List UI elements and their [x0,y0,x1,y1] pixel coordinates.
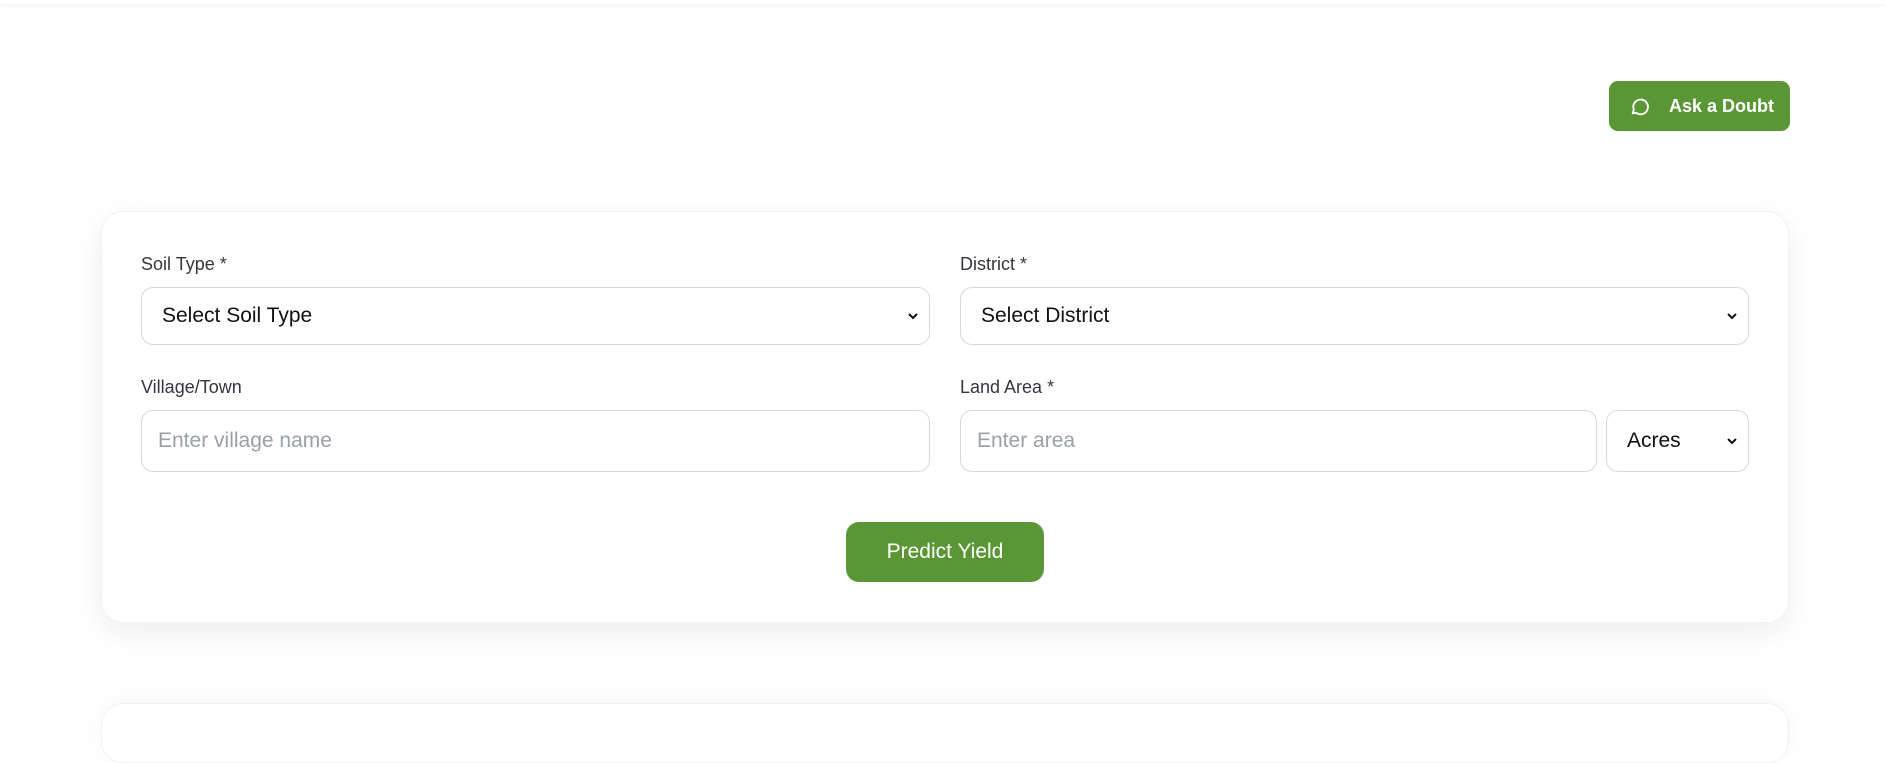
chevron-down-icon [908,313,918,320]
ask-a-doubt-label: Ask a Doubt [1669,95,1775,116]
predict-yield-button[interactable]: Predict Yield [846,522,1044,582]
predict-yield-label: Predict Yield [886,540,1004,563]
land-area-label: Land Area * [960,377,1055,397]
village-town-label: Village/Town [141,377,242,397]
soil-type-selected-value: Select Soil Type [162,304,313,327]
chat-bubble-icon [1629,95,1651,117]
results-card [101,703,1789,763]
area-unit-selected-value: Acres [1627,429,1681,452]
chevron-down-icon [1727,313,1737,320]
district-select[interactable]: Select District [960,287,1749,345]
district-label: District * [960,254,1027,274]
ask-a-doubt-button[interactable]: Ask a Doubt [1609,81,1790,131]
village-name-input[interactable]: Enter village name [141,410,930,472]
chevron-down-icon [1727,438,1737,445]
village-name-placeholder: Enter village name [158,429,332,452]
soil-type-select[interactable]: Select Soil Type [141,287,930,345]
land-area-placeholder: Enter area [977,429,1076,452]
area-unit-select[interactable]: Acres [1606,410,1749,472]
district-selected-value: Select District [981,304,1110,327]
soil-type-label: Soil Type * [141,254,227,274]
top-bar [0,0,1886,4]
land-area-input[interactable]: Enter area [960,410,1597,472]
